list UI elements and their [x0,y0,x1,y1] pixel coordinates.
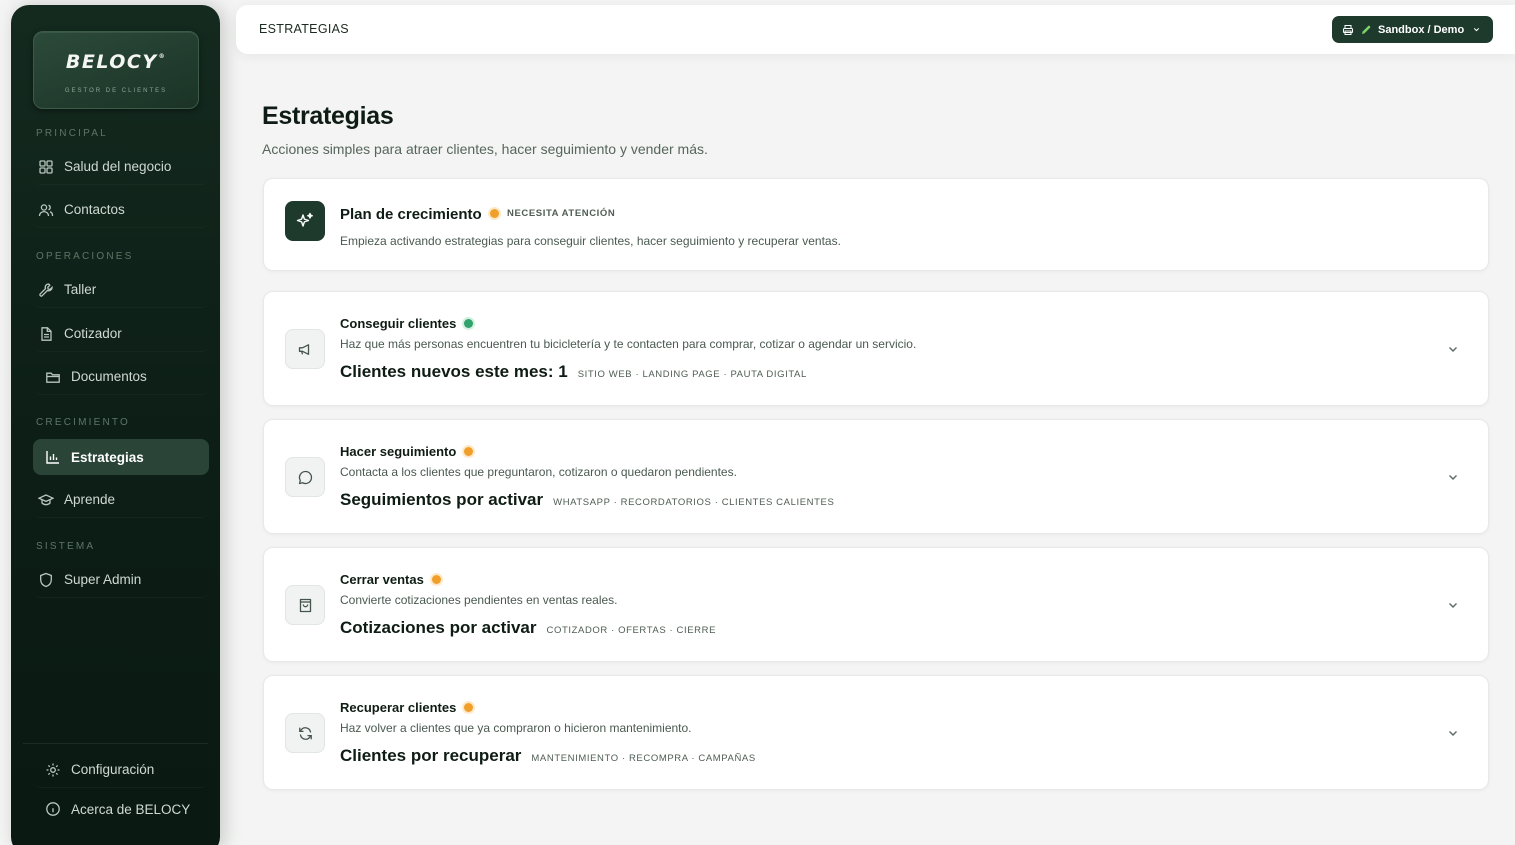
strategy-card-conseguir-clientes[interactable]: Conseguir clientes Haz que más personas … [263,291,1489,406]
sidebar-item-label: Aprende [64,492,116,507]
strategy-title: Cerrar ventas [340,572,424,587]
section-label-sistema: SISTEMA [36,541,96,552]
strategy-title: Conseguir clientes [340,316,457,331]
sidebar-item-label: Salud del negocio [64,159,172,174]
strategy-metric: Clientes nuevos este mes: 1 [340,362,568,381]
graduation-cap-icon [38,493,54,505]
strategy-card-hacer-seguimiento[interactable]: Hacer seguimiento Contacta a los cliente… [263,419,1489,534]
page-title: Estrategias [262,102,394,130]
folder-icon [46,372,60,383]
sidebar-item-label: Super Admin [64,572,142,587]
strategy-tags: WHATSAPP · RECORDATORIOS · CLIENTES CALI… [553,497,835,508]
section-label-operaciones: OPERACIONES [36,251,134,262]
brand-tagline: GESTOR DE CLIENTES [64,88,168,94]
sidebar-item-documentos[interactable]: Documentos [33,359,209,395]
bar-chart-icon [46,451,59,464]
sidebar-item-label: Documentos [71,369,147,384]
plan-description: Empieza activando estrategias para conse… [340,234,841,248]
breadcrumb: ESTRATEGIAS [259,22,349,36]
strategy-tags: SITIO WEB · LANDING PAGE · PAUTA DIGITAL [577,369,807,380]
plan-title: Plan de crecimiento [340,206,482,223]
sidebar-item-acerca[interactable]: Acerca de BELOCY [33,791,209,827]
section-label-principal: PRINCIPAL [36,128,108,139]
strategy-metric: Seguimientos por activar [340,490,544,509]
megaphone-icon [285,329,325,369]
status-text: NECESITA ATENCIÓN [507,208,616,219]
strategy-title: Recuperar clientes [340,700,457,715]
sidebar-item-configuracion[interactable]: Configuración [33,752,209,788]
sidebar-item-cotizador[interactable]: Cotizador [33,316,209,352]
sidebar-item-label: Estrategias [71,449,144,465]
sidebar-item-super-admin[interactable]: Super Admin [33,562,209,598]
sidebar-item-estrategias[interactable]: Estrategias [33,439,209,475]
sidebar-item-contactos[interactable]: Contactos [33,192,209,228]
grid-icon [39,159,53,174]
chevron-down-icon [1474,28,1480,32]
strategy-description: Haz que más personas encuentren tu bicic… [340,337,917,351]
growth-plan-card[interactable]: Plan de crecimiento NECESITA ATENCIÓN Em… [263,178,1489,271]
strategy-title: Hacer seguimiento [340,444,457,459]
strategy-description: Contacta a los clientes que preguntaron,… [340,465,737,479]
sidebar-divider [23,743,208,744]
topbar: ESTRATEGIAS Sandbox / Demo [236,5,1515,54]
status-dot [464,703,474,712]
sidebar-item-taller[interactable]: Taller [33,272,209,308]
status-dot [490,209,499,218]
sidebar-item-label: Contactos [64,202,125,217]
environment-label: Sandbox / Demo [1378,23,1465,36]
sidebar-item-label: Cotizador [64,326,122,341]
sidebar-item-label: Configuración [71,762,155,777]
chevron-down-icon[interactable] [1446,598,1460,612]
brand-logo[interactable]: BELOCY® GESTOR DE CLIENTES [33,31,199,109]
wrench-icon [39,282,53,297]
document-icon [41,326,52,341]
sidebar-item-salud[interactable]: Salud del negocio [33,149,209,185]
strategy-metric: Clientes por recuperar [340,746,522,765]
strategy-tags: MANTENIMIENTO · RECOMPRA · CAMPAÑAS [531,753,756,764]
chevron-down-icon[interactable] [1446,726,1460,740]
sidebar-item-label: Taller [64,282,97,297]
strategy-description: Convierte cotizaciones pendientes en ven… [340,593,618,607]
sidebar-item-aprende[interactable]: Aprende [33,482,209,518]
shopping-bag-icon [285,585,325,625]
printer-icon [1343,24,1353,35]
strategy-metric: Cotizaciones por activar [340,618,537,637]
strategy-card-recuperar-clientes[interactable]: Recuperar clientes Haz volver a clientes… [263,675,1489,790]
gear-icon [46,763,60,776]
chevron-down-icon[interactable] [1446,470,1460,484]
sidebar: BELOCY® GESTOR DE CLIENTES PRINCIPAL Sal… [11,5,220,845]
sidebar-item-label: Acerca de BELOCY [71,801,191,817]
strategy-tags: COTIZADOR · OFERTAS · CIERRE [546,625,717,636]
status-dot [464,319,474,328]
pencil-icon [1362,25,1371,34]
refresh-icon [285,713,325,753]
environment-selector[interactable]: Sandbox / Demo [1332,16,1493,43]
status-dot [431,575,441,584]
chevron-down-icon[interactable] [1446,342,1460,356]
status-badge: NECESITA ATENCIÓN [490,208,615,219]
strategy-description: Haz volver a clientes que ya compraron o… [340,721,692,735]
chat-bubble-icon [285,457,325,497]
users-icon [38,203,54,216]
shield-icon [40,572,52,587]
info-icon [46,802,60,816]
sparkles-icon [285,201,325,241]
section-label-crecimiento: CRECIMIENTO [36,417,131,428]
brand-name: BELOCY® [65,51,167,73]
strategy-card-cerrar-ventas[interactable]: Cerrar ventas Convierte cotizaciones pen… [263,547,1489,662]
status-dot [464,447,474,456]
page-subtitle: Acciones simples para atraer clientes, h… [262,141,708,157]
